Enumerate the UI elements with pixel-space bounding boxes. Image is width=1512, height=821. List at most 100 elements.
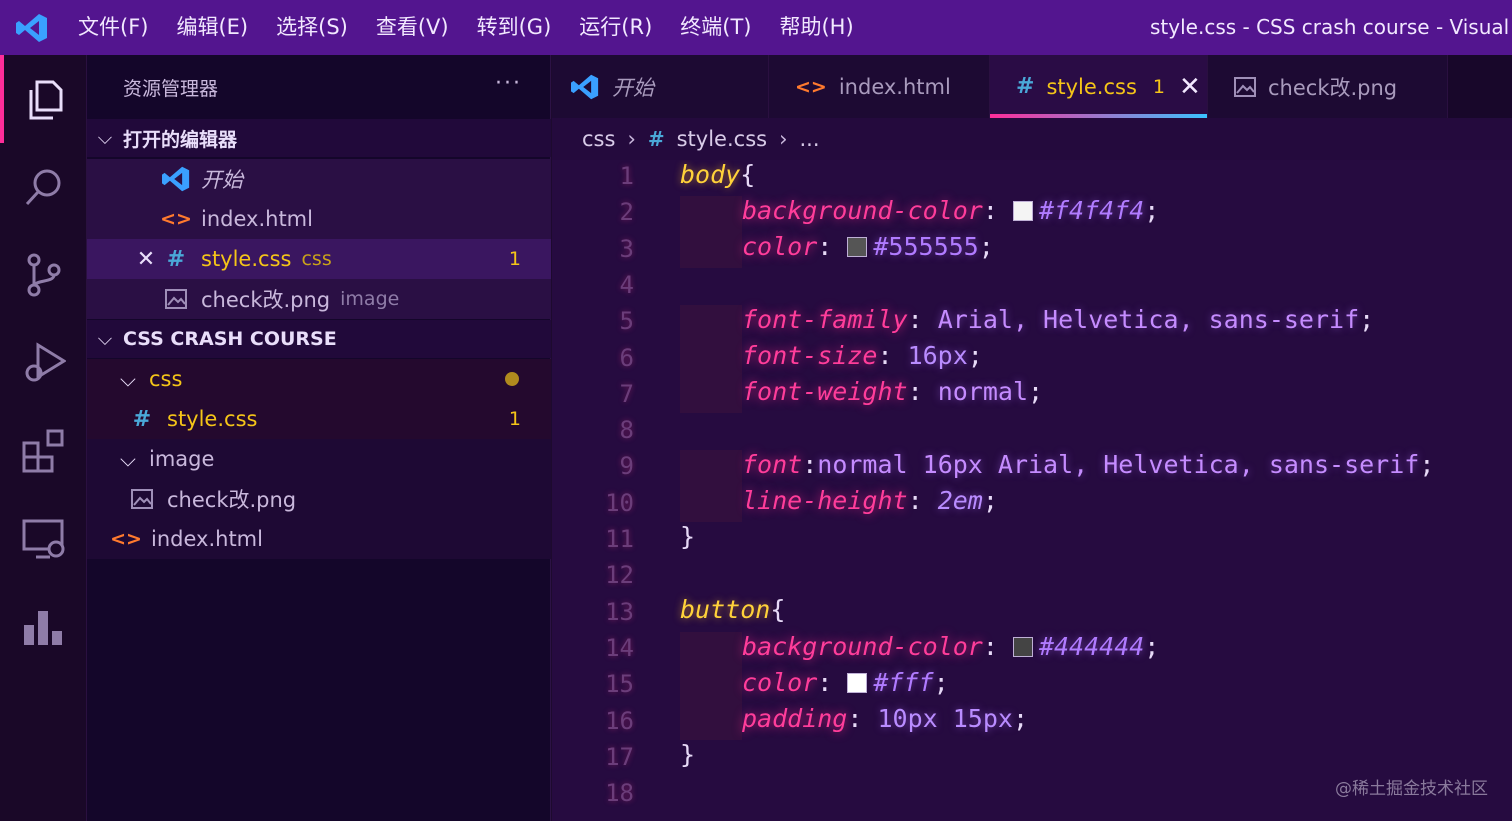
problem-badge: 1	[1152, 75, 1165, 98]
file-check-png[interactable]: check改.png	[87, 479, 551, 519]
open-editors-header[interactable]: ⌵ 打开的编辑器	[87, 119, 551, 157]
folder-css[interactable]: ⌵ css	[87, 359, 551, 399]
tab-start[interactable]: 开始	[552, 55, 769, 118]
menu-edit[interactable]: 编辑(E)	[162, 0, 262, 55]
source-control-icon[interactable]	[0, 231, 87, 319]
code-line-14: background-color: #444444;	[742, 632, 1160, 661]
css-value: #444444	[1038, 632, 1145, 661]
file-label: style.css	[167, 407, 258, 431]
open-editor-label: index.html	[201, 207, 313, 231]
open-editor-item-png[interactable]: check改.png image	[87, 279, 551, 319]
css-file-icon: #	[166, 246, 186, 272]
line-number: 9	[619, 452, 634, 480]
line-number: 3	[619, 235, 634, 263]
run-debug-icon[interactable]	[0, 319, 87, 407]
tab-label: style.css	[1046, 74, 1137, 99]
css-file-icon: #	[647, 127, 665, 151]
color-swatch[interactable]	[847, 237, 868, 257]
close-icon[interactable]: ✕	[1179, 72, 1201, 102]
tab-style-css[interactable]: # style.css 1 ✕	[990, 55, 1208, 118]
vscode-logo-icon[interactable]	[0, 0, 64, 55]
more-actions-icon[interactable]: ···	[495, 71, 522, 96]
css-value: #555555	[873, 232, 979, 261]
menu-help[interactable]: 帮助(H)	[765, 0, 867, 55]
line-number: 14	[605, 634, 634, 662]
menu-selection[interactable]: 选择(S)	[262, 0, 362, 55]
line-number: 16	[605, 707, 634, 735]
menu-file[interactable]: 文件(F)	[64, 0, 162, 55]
problem-badge: 1	[508, 248, 521, 270]
menu-run[interactable]: 运行(R)	[565, 0, 666, 55]
line-number: 4	[619, 271, 634, 299]
line-number: 8	[619, 416, 634, 444]
css-file-icon: #	[1016, 74, 1035, 99]
breadcrumb-file[interactable]: style.css	[677, 127, 767, 151]
folder-image[interactable]: ⌵ image	[87, 439, 551, 479]
project-header[interactable]: ⌵ CSS CRASH COURSE	[87, 320, 551, 358]
remote-explorer-icon[interactable]	[0, 495, 87, 583]
code-line-5: font-family: Arial, Helvetica, sans-seri…	[742, 305, 1375, 334]
file-style-css[interactable]: # style.css 1	[87, 399, 551, 439]
css-property: padding	[742, 704, 848, 733]
css-value: Arial, Helvetica, sans-serif	[937, 305, 1360, 334]
color-swatch[interactable]	[1012, 201, 1033, 221]
explorer-sidebar: 资源管理器 ··· ⌵ 打开的编辑器 开始 <> index.html ✕ # …	[87, 55, 551, 821]
open-editors-label: 打开的编辑器	[123, 128, 238, 151]
sidebar-title-text: 资源管理器	[123, 77, 219, 100]
indent-guide	[680, 196, 742, 268]
code-line-3: color: #555555;	[742, 232, 994, 261]
color-swatch[interactable]	[847, 673, 868, 693]
html-file-icon: <>	[110, 528, 142, 550]
menu-go[interactable]: 转到(G)	[463, 0, 566, 55]
folder-label: image	[149, 447, 215, 471]
search-icon[interactable]	[0, 143, 87, 231]
close-icon[interactable]: ✕	[131, 247, 161, 272]
open-editor-item-start[interactable]: 开始	[87, 159, 551, 199]
chevron-down-icon: ⌵	[120, 446, 136, 471]
code-line-10: line-height: 2em;	[742, 486, 998, 515]
css-property: color	[742, 668, 818, 697]
explorer-icon[interactable]	[0, 55, 87, 143]
chart-icon[interactable]	[0, 583, 87, 671]
file-index-html[interactable]: <> index.html	[87, 519, 551, 559]
tab-index-html[interactable]: <> index.html	[769, 55, 990, 118]
image-file-icon	[1234, 76, 1256, 97]
css-selector: body	[680, 160, 741, 189]
code-editor[interactable]: 1 2 3 4 5 6 7 8 9 10 11 12 13 14 15 16 17 18 body{ backgr…	[552, 160, 1512, 821]
css-property: font-family	[742, 305, 908, 334]
tab-label: check改.png	[1268, 75, 1398, 100]
breadcrumb-more[interactable]: ...	[799, 127, 819, 151]
tab-label: index.html	[838, 74, 951, 99]
code-line-9: font:normal 16px Arial, Helvetica, sans-…	[742, 450, 1435, 479]
line-number: 5	[619, 307, 634, 335]
line-number: 6	[619, 344, 634, 372]
code-line-13: button{	[680, 595, 785, 624]
extensions-icon[interactable]	[0, 407, 87, 495]
open-editor-label: check改.png	[201, 288, 331, 312]
line-number: 1	[619, 162, 634, 190]
breadcrumb-folder[interactable]: css	[582, 127, 615, 151]
image-file-icon	[127, 489, 157, 509]
line-number: 11	[605, 525, 634, 553]
css-value: 16px	[907, 341, 968, 370]
css-property: background-color	[742, 196, 983, 225]
menu-view[interactable]: 查看(V)	[362, 0, 463, 55]
brace: }	[680, 740, 696, 769]
indent-guide	[680, 632, 742, 740]
code-line-16: padding: 10px 15px;	[742, 704, 1028, 733]
folder-label: css	[149, 367, 183, 391]
color-swatch[interactable]	[1012, 637, 1033, 657]
tab-check-png[interactable]: check改.png	[1208, 55, 1448, 118]
problem-badge: 1	[508, 408, 521, 430]
tab-label: 开始	[612, 75, 654, 100]
line-number: 17	[605, 743, 634, 771]
open-editor-item-index[interactable]: <> index.html	[87, 199, 551, 239]
menu-terminal[interactable]: 终端(T)	[666, 0, 765, 55]
code-line-15: color: #fff;	[742, 668, 949, 697]
open-editor-type: image	[340, 288, 400, 310]
chevron-right-icon: ›	[779, 127, 788, 151]
title-bar: 文件(F) 编辑(E) 选择(S) 查看(V) 转到(G) 运行(R) 终端(T…	[0, 0, 1512, 55]
open-editor-item-style[interactable]: ✕ # style.css css 1	[87, 239, 551, 279]
line-number: 7	[619, 380, 634, 408]
open-editor-label: 开始	[201, 168, 243, 192]
